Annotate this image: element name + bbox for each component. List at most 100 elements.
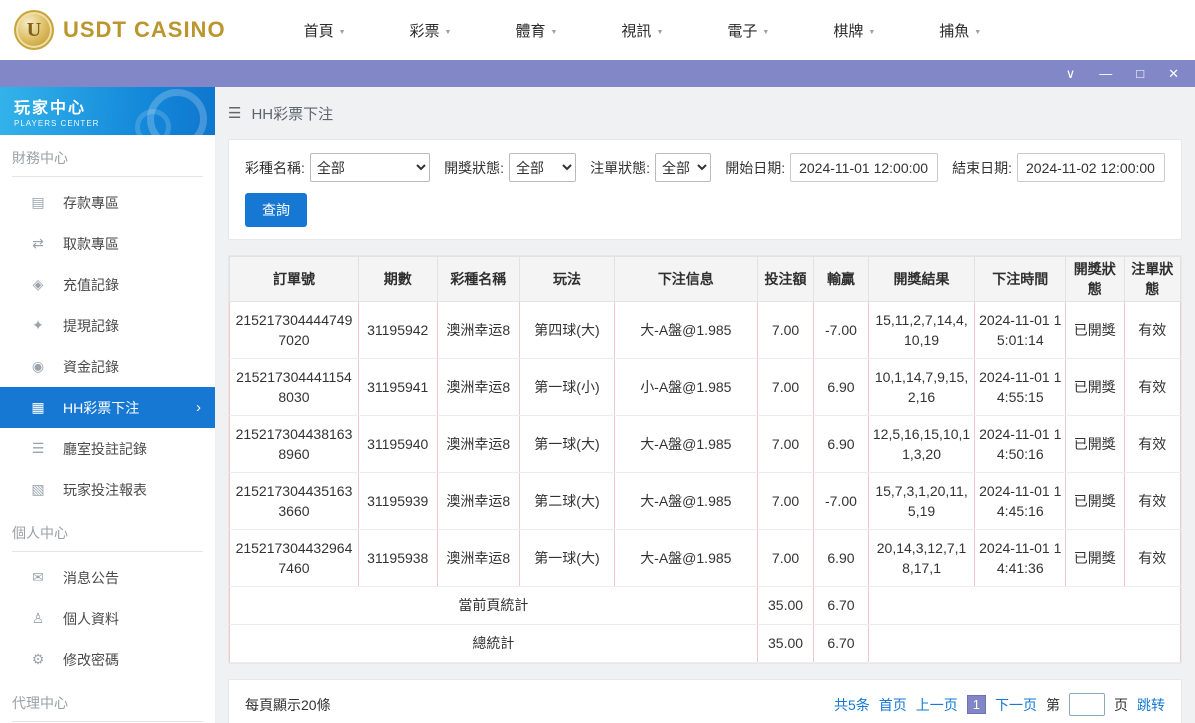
funds-record-icon: ◉ (31, 358, 45, 374)
jump-suffix: 页 (1114, 696, 1128, 713)
pagination-bar: 每頁顯示20條 共5条 首页 上一页 1 下一页 第 页 跳转 (228, 679, 1182, 723)
total-summary-row: 總統計 35.00 6.70 (229, 624, 1182, 663)
page-size-text: 每頁顯示20條 (245, 696, 331, 713)
logo-text: USDT CASINO (63, 17, 226, 42)
end-date-input[interactable] (1017, 153, 1165, 182)
sidebar-item-label: 資金記錄 (63, 358, 119, 375)
menu-toggle-icon[interactable]: ☰ (228, 104, 241, 122)
finance-menu: ▤ 存款專區 ⇄ 取款專區 ◈ 充值記錄 ✦ 提現記錄 ◉ 資金記錄 ▦ HH彩票下注 › ☰… (0, 177, 215, 510)
current-page-summary-row: 當前頁統計 35.00 6.70 (229, 586, 1182, 625)
sidebar-item-withdraw[interactable]: ⇄ 取款專區 (0, 223, 215, 264)
sidebar-item-label: 廳室投註記錄 (63, 440, 147, 457)
cell-order-status: 有效 (1123, 358, 1181, 416)
sidebar-item-recharge-record[interactable]: ◈ 充值記錄 (0, 264, 215, 305)
summary-label: 當前頁統計 (229, 586, 758, 625)
cell-bet-info: 大-A盤@1.985 (613, 472, 758, 530)
nav-item-slots[interactable]: 電子 ▼ (727, 20, 769, 41)
close-icon[interactable]: ✕ (1168, 67, 1179, 80)
table-row: 2152173044381638960 31195940 澳洲幸运8 第一球(大… (229, 415, 1181, 473)
sidebar-item-hall-bet-records[interactable]: ☰ 廳室投註記錄 (0, 428, 215, 469)
sidebar-item-announcements[interactable]: ✉ 消息公告 (0, 557, 215, 598)
cell-order-id: 2152173044411548030 (229, 358, 359, 416)
summary-empty (867, 624, 1182, 663)
sidebar-item-deposit[interactable]: ▤ 存款專區 (0, 182, 215, 223)
sidebar-item-funds-record[interactable]: ◉ 資金記錄 (0, 346, 215, 387)
sidebar-item-withdrawal-record[interactable]: ✦ 提現記錄 (0, 305, 215, 346)
table-body: 2152173044447497020 31195942 澳洲幸运8 第四球(大… (229, 301, 1181, 587)
collapse-icon[interactable]: ∨ (1066, 67, 1076, 80)
section-finance-center: 財務中心 (12, 148, 203, 177)
nav-item-chess-cards[interactable]: 棋牌 ▼ (833, 20, 875, 41)
col-play-type: 玩法 (519, 256, 615, 302)
nav-item-sports[interactable]: 體育 ▼ (515, 20, 557, 41)
nav-item-live-video[interactable]: 視訊 ▼ (621, 20, 663, 41)
players-center-subtitle: PLAYERS CENTER (14, 119, 100, 128)
cell-draw-result: 15,11,2,7,14,4,10,19 (867, 301, 976, 359)
cell-win-loss: 6.90 (813, 415, 869, 473)
chevron-down-icon: ▼ (656, 28, 664, 36)
draw-status-label: 開獎狀態: (444, 159, 505, 176)
lottery-name-select[interactable]: 全部 (309, 153, 431, 182)
withdraw-icon: ⇄ (32, 235, 44, 251)
table-row: 2152173044447497020 31195942 澳洲幸运8 第四球(大… (229, 301, 1181, 359)
chevron-right-icon: › (196, 399, 201, 416)
summary-win-loss: 6.70 (813, 624, 869, 663)
cell-order-status: 有效 (1123, 529, 1181, 587)
cell-lottery-name: 澳洲幸运8 (436, 358, 521, 416)
jump-button[interactable]: 跳转 (1137, 695, 1165, 715)
sidebar-item-profile[interactable]: ♙ 個人資料 (0, 598, 215, 639)
breadcrumb: ☰ HH彩票下注 (228, 87, 1182, 139)
sidebar-item-label: 存款專區 (63, 194, 119, 211)
person-icon: ♙ (31, 610, 45, 626)
col-bet-time: 下注時間 (974, 256, 1067, 302)
sidebar-item-player-bet-report[interactable]: ▧ 玩家投注報表 (0, 469, 215, 510)
sidebar-item-label: 修改密碼 (63, 651, 119, 668)
hall-bet-record-icon: ☰ (31, 440, 45, 456)
order-status-select[interactable]: 全部 (654, 153, 712, 182)
chevron-down-icon: ▼ (868, 28, 876, 36)
cell-bet-time: 2024-11-01 14:50:16 (974, 415, 1067, 473)
lottery-bet-icon: ▦ (31, 399, 45, 415)
current-page[interactable]: 1 (966, 695, 986, 714)
search-button[interactable]: 查詢 (245, 193, 307, 227)
nav-item-lottery[interactable]: 彩票 ▼ (410, 20, 452, 41)
sidebar-item-label: 提現記錄 (63, 317, 119, 334)
top-header: U USDT CASINO 首頁 ▼ 彩票 ▼ 體育 ▼ 視訊 ▼ 電子 ▼ 棋牌 ▼ 捕魚… (0, 0, 1195, 60)
summary-body: 當前頁統計 35.00 6.70 總統計 35.00 6.70 (229, 586, 1182, 663)
nav-item-fishing[interactable]: 捕魚 ▼ (939, 20, 981, 41)
gear-icon: ⚙ (31, 651, 45, 667)
cell-win-loss: 6.90 (813, 529, 869, 587)
page-title: HH彩票下注 (251, 105, 334, 123)
maximize-icon[interactable]: □ (1136, 67, 1144, 80)
summary-empty (867, 586, 1182, 625)
page-jump-input[interactable] (1069, 693, 1105, 716)
bets-table-card: 訂單號 期數 彩種名稱 玩法 下注信息 投注額 輸贏 開獎結果 下注時間 開獎狀… (228, 255, 1182, 664)
cell-period: 31195938 (357, 529, 438, 587)
sidebar-item-change-password[interactable]: ⚙ 修改密碼 (0, 639, 215, 680)
cell-draw-status: 已開獎 (1065, 415, 1125, 473)
sidebar-item-hh-lottery-bets[interactable]: ▦ HH彩票下注 › (0, 387, 215, 428)
cell-win-loss: -7.00 (813, 301, 869, 359)
cell-lottery-name: 澳洲幸运8 (436, 529, 521, 587)
prev-page-link[interactable]: 上一页 (916, 695, 958, 715)
players-center-title: 玩家中心 (14, 100, 87, 117)
nav-item-home[interactable]: 首頁 ▼ (304, 20, 346, 41)
cell-play-type: 第一球(大) (519, 415, 615, 473)
draw-status-select[interactable]: 全部 (509, 153, 577, 182)
minimize-icon[interactable]: — (1099, 67, 1112, 80)
cell-order-status: 有效 (1123, 415, 1181, 473)
cell-bet-time: 2024-11-01 14:55:15 (974, 358, 1067, 416)
col-order-status: 注單狀態 (1123, 256, 1181, 302)
cell-order-status: 有效 (1123, 472, 1181, 530)
end-date-label: 結束日期: (952, 159, 1012, 176)
filter-panel: 彩種名稱: 全部 開獎狀態: 全部 注單狀態: 全部 開始日期: 結束日期: 查… (228, 139, 1182, 240)
sidebar-item-label: 充值記錄 (63, 276, 119, 293)
first-page-link[interactable]: 首页 (879, 695, 907, 715)
cell-lottery-name: 澳洲幸运8 (436, 301, 521, 359)
start-date-input[interactable] (790, 153, 939, 182)
chevron-down-icon: ▼ (974, 28, 982, 36)
next-page-link[interactable]: 下一页 (995, 695, 1037, 715)
col-win-loss: 輸贏 (813, 256, 869, 302)
cell-draw-status: 已開獎 (1065, 472, 1125, 530)
cell-bet-time: 2024-11-01 14:41:36 (974, 529, 1067, 587)
